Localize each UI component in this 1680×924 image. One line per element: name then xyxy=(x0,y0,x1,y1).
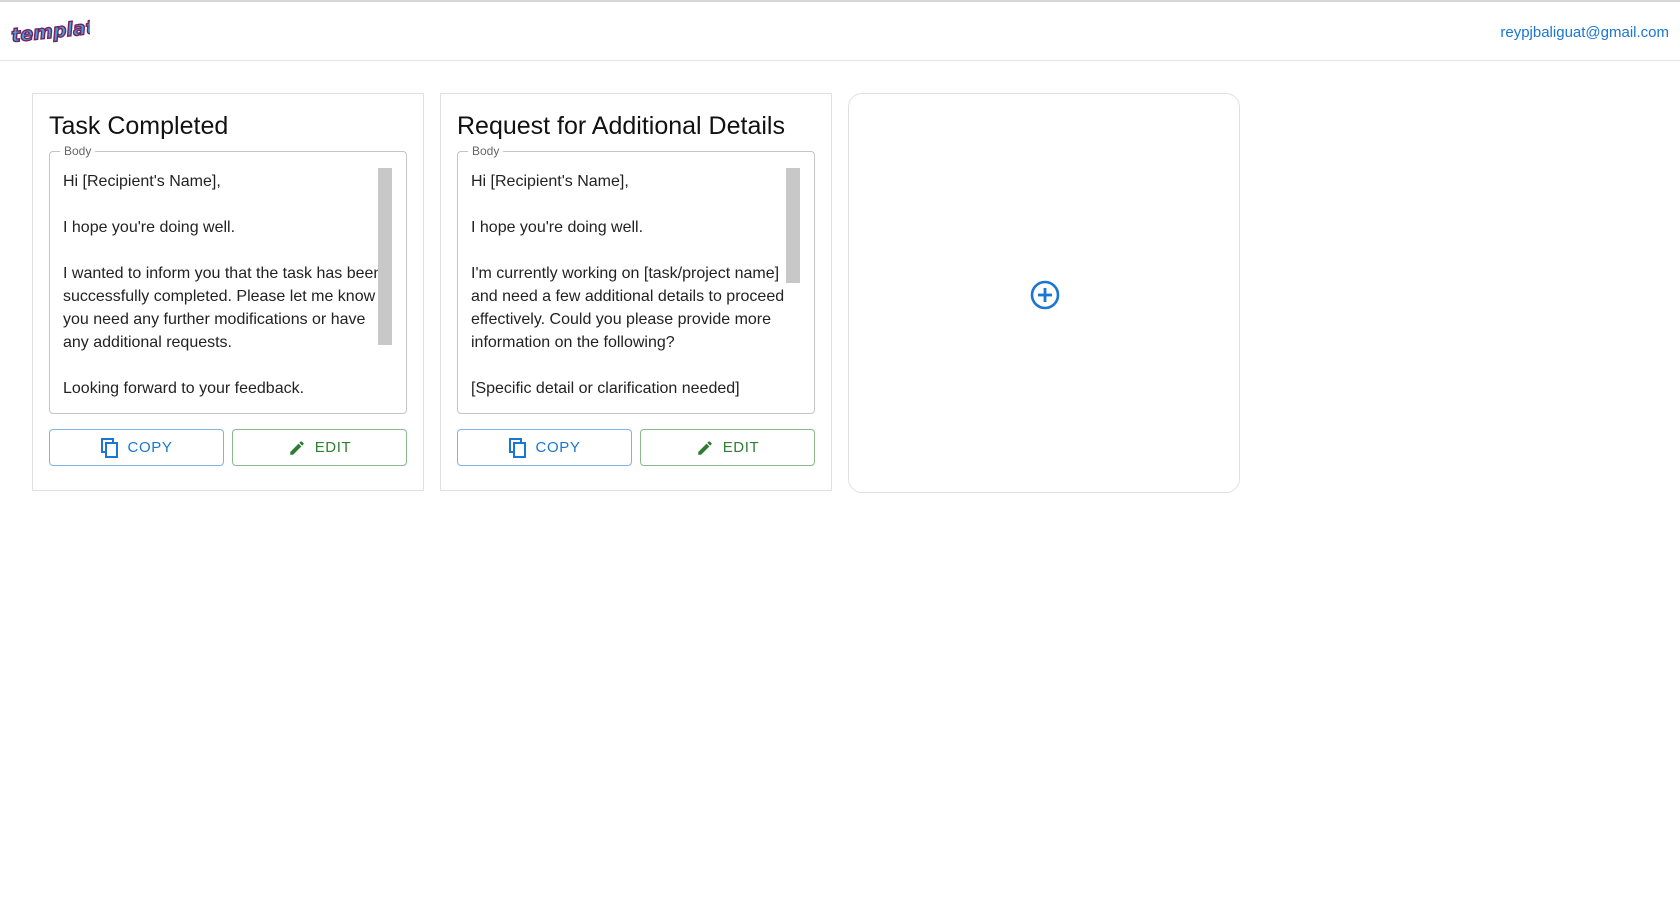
add-template-card[interactable] xyxy=(848,93,1240,493)
card-title: Task Completed xyxy=(49,112,229,140)
body-textarea[interactable]: Hi [Recipient's Name], I hope you're doi… xyxy=(63,170,393,402)
body-label: Body xyxy=(60,144,96,158)
edit-button[interactable]: EDIT xyxy=(640,429,815,466)
body-field[interactable]: Body Hi [Recipient's Name], I hope you'r… xyxy=(49,144,407,414)
copy-label: COPY xyxy=(127,439,173,456)
scrollbar[interactable] xyxy=(786,168,800,400)
app-header: template reypjbaliguat@gmail.com xyxy=(0,0,1680,61)
scrollbar[interactable] xyxy=(378,168,392,400)
template-card: Task Completed Body Hi [Recipient's Name… xyxy=(32,93,424,491)
scrollbar-thumb[interactable] xyxy=(786,168,800,283)
template-logo[interactable]: template xyxy=(9,14,109,48)
body-textarea[interactable]: Hi [Recipient's Name], I hope you're doi… xyxy=(471,170,801,402)
add-circle-icon[interactable] xyxy=(1029,279,1061,311)
user-email-link[interactable]: reypjbaliguat@gmail.com xyxy=(1500,24,1669,41)
body-field[interactable]: Body Hi [Recipient's Name], I hope you'r… xyxy=(457,144,815,414)
pencil-icon xyxy=(697,440,712,455)
copy-button[interactable]: COPY xyxy=(49,429,224,466)
svg-text:template: template xyxy=(10,15,90,47)
edit-button[interactable]: EDIT xyxy=(232,429,407,466)
scrollbar-thumb[interactable] xyxy=(378,168,392,345)
body-label: Body xyxy=(468,144,504,158)
copy-icon xyxy=(100,437,118,458)
edit-label: EDIT xyxy=(722,439,760,456)
copy-label: COPY xyxy=(535,439,581,456)
edit-label: EDIT xyxy=(314,439,352,456)
card-title: Request for Additional Details xyxy=(457,112,785,140)
copy-button[interactable]: COPY xyxy=(457,429,632,466)
template-card: Request for Additional Details Body Hi [… xyxy=(440,93,832,491)
copy-icon xyxy=(508,437,526,458)
pencil-icon xyxy=(289,440,304,455)
